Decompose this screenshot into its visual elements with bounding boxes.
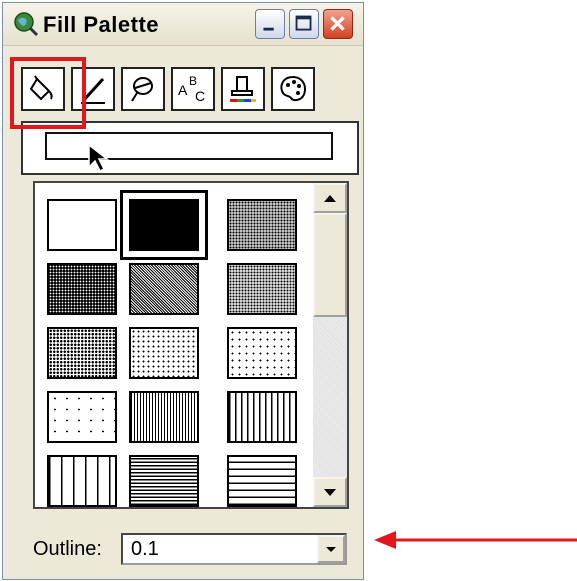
- maximize-button[interactable]: [289, 9, 319, 39]
- maximize-icon: [295, 15, 312, 31]
- pattern-swatch-light-stipple[interactable]: [47, 327, 117, 379]
- svg-text:C: C: [195, 88, 205, 104]
- tab-marker[interactable]: [121, 67, 165, 111]
- pattern-swatch-vertical-lines[interactable]: [227, 391, 297, 443]
- svg-text:A: A: [178, 82, 188, 98]
- color-fill-icon: [230, 76, 256, 102]
- pattern-scrollbar[interactable]: [313, 183, 347, 507]
- scroll-down-button[interactable]: [313, 477, 347, 507]
- pattern-swatch-scattered-dots[interactable]: [47, 391, 117, 443]
- scroll-thumb[interactable]: [313, 213, 347, 317]
- pattern-swatch-sparse-dots[interactable]: [129, 327, 199, 379]
- minimize-icon: [263, 27, 274, 31]
- outline-dropdown-button[interactable]: [317, 535, 345, 563]
- arrow-up-icon: [324, 195, 336, 202]
- minimize-button[interactable]: [255, 9, 285, 39]
- title-bar[interactable]: Fill Palette: [3, 3, 363, 46]
- arrow-down-icon: [324, 489, 336, 496]
- pattern-swatch-medium-dots[interactable]: [227, 263, 297, 315]
- tab-color[interactable]: [221, 67, 265, 111]
- pattern-swatch-dark-stipple[interactable]: [47, 263, 117, 315]
- pattern-swatch-white[interactable]: [47, 199, 117, 251]
- svg-text:B: B: [189, 74, 197, 88]
- pattern-swatch-dense-dots[interactable]: [227, 199, 297, 251]
- palette-icon: [280, 75, 307, 102]
- pattern-swatch-fine-vertical-lines[interactable]: [129, 391, 199, 443]
- callout-arrow-icon: [374, 531, 577, 549]
- pattern-swatch-horizontal-lines[interactable]: [227, 455, 297, 507]
- tab-highlight-box: [10, 57, 86, 129]
- outline-label: Outline:: [33, 538, 102, 560]
- mouse-cursor-icon: [88, 143, 110, 173]
- pattern-swatch-solid-black[interactable]: [120, 190, 208, 260]
- pattern-swatch-very-sparse-dots[interactable]: [227, 327, 297, 379]
- close-icon: [330, 16, 345, 31]
- marker-symbol-icon: [131, 77, 153, 102]
- pattern-swatch-fine-horizontal-lines[interactable]: [129, 455, 199, 507]
- window-title: Fill Palette: [43, 12, 160, 37]
- outline-select[interactable]: 0.1: [121, 533, 347, 565]
- fill-preview: [21, 121, 359, 175]
- pattern-swatch-fine-crosshatch[interactable]: [129, 263, 199, 315]
- outline-value: 0.1: [131, 538, 159, 560]
- pattern-list[interactable]: [33, 181, 349, 509]
- tab-text[interactable]: A B C: [171, 67, 215, 111]
- text-symbol-icon: A B C: [178, 74, 205, 104]
- close-button[interactable]: [323, 9, 353, 39]
- globe-magnifier-icon: [14, 12, 39, 37]
- scroll-up-button[interactable]: [313, 183, 347, 213]
- tab-palette[interactable]: [271, 67, 315, 111]
- chevron-down-icon: [326, 547, 336, 552]
- pattern-swatch-wide-vertical-lines[interactable]: [47, 455, 117, 507]
